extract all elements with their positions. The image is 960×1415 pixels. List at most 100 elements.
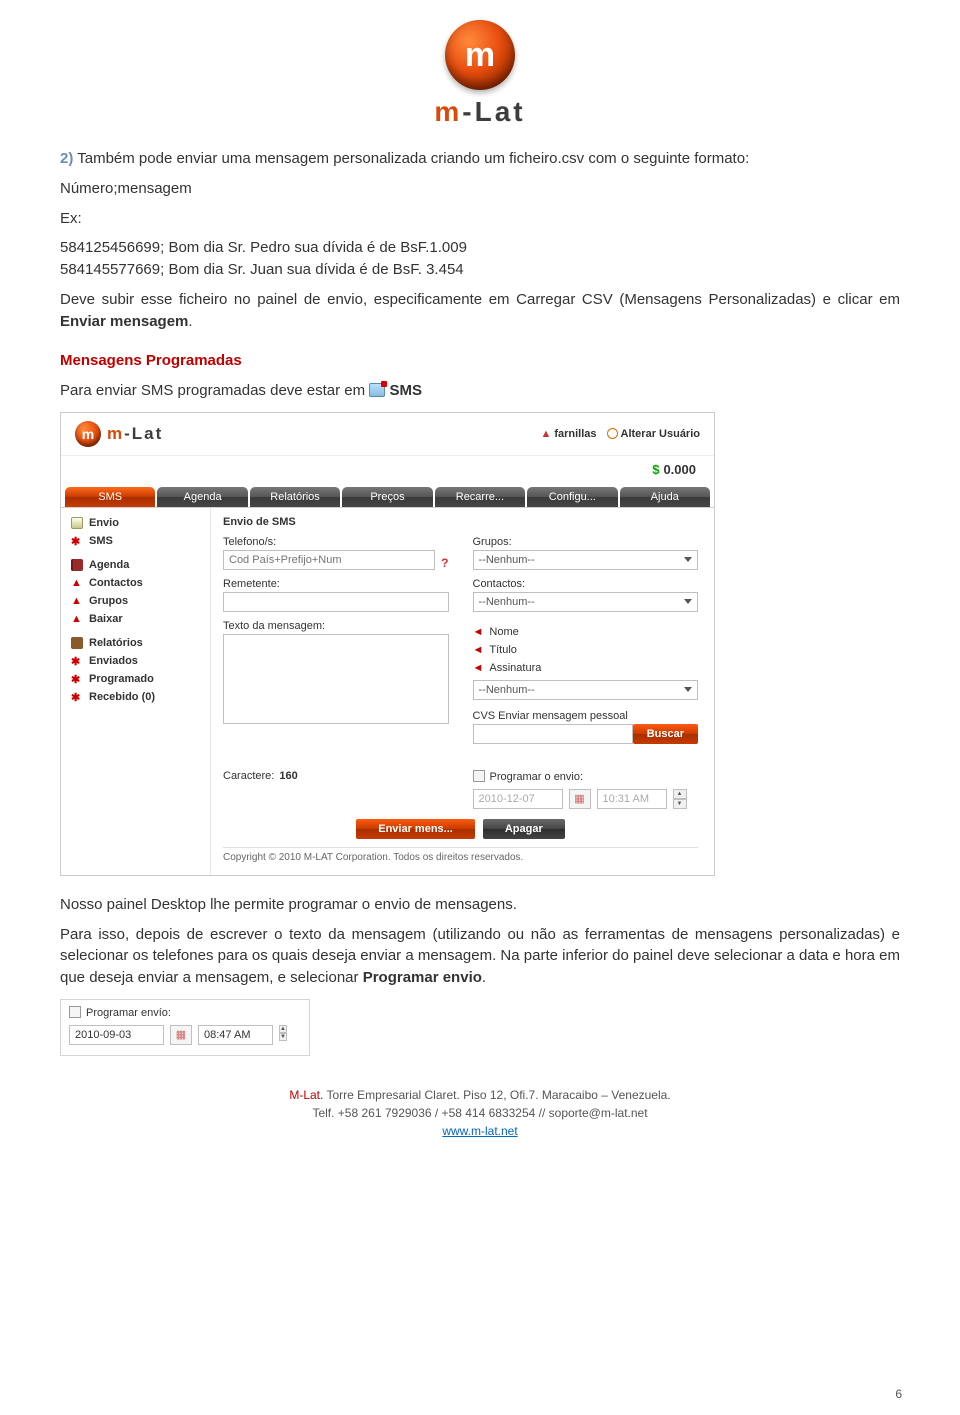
- brand-orb: m: [445, 20, 515, 90]
- telefono-input[interactable]: [223, 550, 435, 570]
- balance-value: 0.000: [663, 462, 696, 477]
- arrow-left-icon: ◄: [473, 626, 484, 638]
- sidebar-item-grupos[interactable]: ▲Grupos: [61, 592, 210, 610]
- insert-titulo[interactable]: ◄Título: [473, 644, 699, 656]
- contactos-label: Contactos:: [473, 578, 699, 590]
- panel-title: Envio de SMS: [223, 516, 698, 528]
- calendar-icon[interactable]: ▦: [170, 1025, 192, 1045]
- app-brand-text: m-Lat: [107, 424, 163, 444]
- power-icon: [607, 428, 618, 439]
- programar-label: Programar o envio:: [490, 771, 584, 783]
- step-text: Também pode enviar uma mensagem personal…: [73, 150, 749, 167]
- caractere-label: Caractere:: [223, 770, 274, 782]
- time-spinner[interactable]: ▲▼: [673, 789, 687, 809]
- programar-checkbox[interactable]: [473, 770, 485, 782]
- sidebar-item-envio[interactable]: Envio: [61, 514, 210, 532]
- sidebar-item-enviados[interactable]: ✱Enviados: [61, 652, 210, 670]
- download-icon: ▲: [71, 613, 83, 625]
- footer-brand: M-Lat.: [289, 1088, 323, 1102]
- message-textarea[interactable]: [223, 634, 449, 724]
- time-spinner[interactable]: ▲▼: [279, 1025, 287, 1045]
- pin-icon: ✱: [71, 691, 83, 703]
- example-1: 584125456699; Bom dia Sr. Pedro sua dívi…: [60, 237, 900, 259]
- page-footer: M-Lat. Torre Empresarial Claret. Piso 12…: [60, 1086, 900, 1140]
- dollar-icon: $: [652, 462, 659, 477]
- tab-configu[interactable]: Configu...: [527, 487, 617, 507]
- chevron-down-icon: [684, 557, 692, 562]
- enviar-button[interactable]: Enviar mens...: [356, 819, 475, 839]
- widget-date-input[interactable]: [69, 1025, 164, 1045]
- tab-ajuda[interactable]: Ajuda: [620, 487, 710, 507]
- group-icon: ▲: [71, 595, 83, 607]
- assinatura-select[interactable]: --Nenhum--: [473, 680, 699, 700]
- app-logo: m m-Lat: [75, 421, 163, 447]
- help-icon[interactable]: ?: [441, 556, 448, 570]
- app-screenshot: m m-Lat ▲farnillas Alterar Usuário $0.00…: [60, 412, 715, 876]
- sms-icon: [369, 383, 385, 397]
- footer-link[interactable]: www.m-lat.net: [442, 1124, 517, 1138]
- sidebar-item-contactos[interactable]: ▲Contactos: [61, 574, 210, 592]
- apagar-button[interactable]: Apagar: [483, 819, 565, 839]
- date-input[interactable]: [473, 789, 563, 809]
- document-body: 2) Também pode enviar uma mensagem perso…: [60, 148, 900, 402]
- example-2: 584145577669; Bom dia Sr. Juan sua dívid…: [60, 259, 900, 281]
- switch-user-link[interactable]: Alterar Usuário: [607, 428, 700, 440]
- brand-text: m-Lat: [60, 96, 900, 128]
- sidebar-item-relatorios[interactable]: Relatórios: [61, 634, 210, 652]
- tab-recarre[interactable]: Recarre...: [435, 487, 525, 507]
- time-input[interactable]: [597, 789, 667, 809]
- sidebar-item-agenda[interactable]: Agenda: [61, 556, 210, 574]
- footer-phone: Telf. +58 261 7929036 / +58 414 6833254 …: [60, 1104, 900, 1122]
- insert-nome[interactable]: ◄Nome: [473, 626, 699, 638]
- pin-icon: ✱: [71, 535, 83, 547]
- tab-precos[interactable]: Preços: [342, 487, 432, 507]
- app-header: m m-Lat ▲farnillas Alterar Usuário: [61, 413, 714, 456]
- after-panel-text: Nosso painel Desktop lhe permite program…: [60, 894, 900, 916]
- book-icon: [71, 559, 83, 571]
- section-heading: Mensagens Programadas: [60, 350, 900, 372]
- grupos-label: Grupos:: [473, 536, 699, 548]
- user-name[interactable]: ▲farnillas: [540, 428, 596, 440]
- csv-input[interactable]: [473, 724, 633, 744]
- person-icon: ▲: [540, 428, 551, 440]
- insert-assinatura[interactable]: ◄Assinatura: [473, 662, 699, 674]
- enviar-mensagem-bold: Enviar mensagem: [60, 313, 188, 330]
- example-label: Ex:: [60, 208, 900, 230]
- chevron-down-icon: [684, 687, 692, 692]
- footer-address: Torre Empresarial Claret. Piso 12, Ofi.7…: [323, 1088, 670, 1102]
- schedule-widget: Programar envío: ▦ ▲▼: [60, 999, 310, 1056]
- format-line: Número;mensagem: [60, 178, 900, 200]
- para-enviar-text: Para enviar SMS programadas deve estar e…: [60, 382, 369, 399]
- texto-label: Texto da mensagem:: [223, 620, 449, 632]
- document-body-2: Nosso painel Desktop lhe permite program…: [60, 894, 900, 989]
- sidebar-item-baixar[interactable]: ▲Baixar: [61, 610, 210, 628]
- remetente-input[interactable]: [223, 592, 449, 612]
- brand-orb-letter: m: [465, 36, 495, 75]
- sidebar-item-recebido[interactable]: ✱Recebido (0): [61, 688, 210, 706]
- report-icon: [71, 637, 83, 649]
- widget-time-input[interactable]: [198, 1025, 273, 1045]
- pin-icon: ✱: [71, 673, 83, 685]
- balance-row: $0.000: [61, 456, 714, 487]
- telefono-label: Telefono/s:: [223, 536, 435, 548]
- arrow-left-icon: ◄: [473, 662, 484, 674]
- buscar-button[interactable]: Buscar: [633, 724, 698, 744]
- tab-agenda[interactable]: Agenda: [157, 487, 247, 507]
- sidebar-item-sms[interactable]: ✱SMS: [61, 532, 210, 550]
- sidebar: Envio ✱SMS Agenda ▲Contactos ▲Grupos ▲Ba…: [61, 508, 211, 875]
- calendar-icon[interactable]: ▦: [569, 789, 591, 809]
- programar-envio-bold: Programar envio: [363, 969, 482, 986]
- grupos-select[interactable]: --Nenhum--: [473, 550, 699, 570]
- chevron-down-icon: [684, 599, 692, 604]
- contactos-select[interactable]: --Nenhum--: [473, 592, 699, 612]
- pin-icon: ✱: [71, 655, 83, 667]
- tab-sms[interactable]: SMS: [65, 487, 155, 507]
- remetente-label: Remetente:: [223, 578, 449, 590]
- sidebar-item-programado[interactable]: ✱Programado: [61, 670, 210, 688]
- programar-checkbox-2[interactable]: [69, 1006, 81, 1018]
- brand-header: m m-Lat: [60, 20, 900, 128]
- app-user-line: ▲farnillas Alterar Usuário: [540, 428, 700, 440]
- tab-relatorios[interactable]: Relatórios: [250, 487, 340, 507]
- arrow-left-icon: ◄: [473, 644, 484, 656]
- envelope-icon: [71, 517, 83, 529]
